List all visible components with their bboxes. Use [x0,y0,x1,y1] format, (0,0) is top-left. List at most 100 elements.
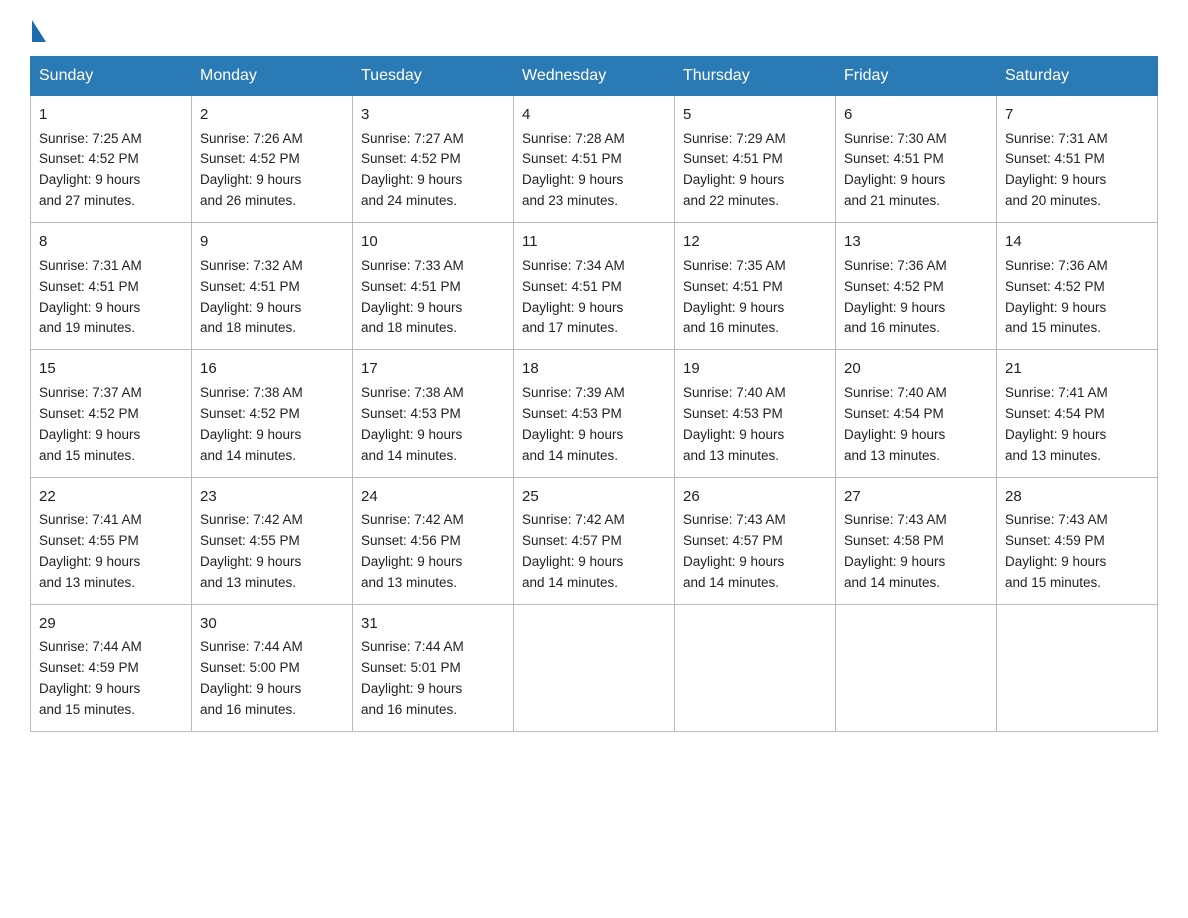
table-row: 16 Sunrise: 7:38 AMSunset: 4:52 PMDayligh… [192,350,353,477]
table-row: 29Sunrise: 7:44 AMSunset: 4:59 PMDayligh… [31,604,192,731]
day-info: Sunrise: 7:42 AMSunset: 4:56 PMDaylight:… [361,512,464,590]
table-row: 26 Sunrise: 7:43 AMSunset: 4:57 PMDayligh… [675,477,836,604]
day-number: 18 [522,358,666,381]
day-number: 22 [39,486,183,509]
day-info: Sunrise: 7:43 AMSunset: 4:58 PMDaylight:… [844,512,947,590]
day-info: Sunrise: 7:25 AMSunset: 4:52 PMDaylight:… [39,131,142,209]
day-number: 27 [844,486,988,509]
col-sunday: Sunday [31,57,192,96]
table-row: 20 Sunrise: 7:40 AMSunset: 4:54 PMDayligh… [836,350,997,477]
day-number: 9 [200,231,344,254]
table-row: 22 Sunrise: 7:41 AMSunset: 4:55 PMDayligh… [31,477,192,604]
table-row [675,604,836,731]
day-info: Sunrise: 7:40 AMSunset: 4:53 PMDaylight:… [683,385,786,463]
day-number: 15 [39,358,183,381]
day-number: 8 [39,231,183,254]
day-info: Sunrise: 7:31 AMSunset: 4:51 PMDaylight:… [1005,131,1108,209]
day-info: Sunrise: 7:43 AMSunset: 4:57 PMDaylight:… [683,512,786,590]
day-info: Sunrise: 7:34 AMSunset: 4:51 PMDaylight:… [522,258,625,336]
table-row [514,604,675,731]
col-wednesday: Wednesday [514,57,675,96]
day-number: 10 [361,231,505,254]
table-row: 25Sunrise: 7:42 AMSunset: 4:57 PMDayligh… [514,477,675,604]
table-row: 11 Sunrise: 7:34 AMSunset: 4:51 PMDayligh… [514,223,675,350]
table-row: 14 Sunrise: 7:36 AMSunset: 4:52 PMDayligh… [997,223,1158,350]
day-info: Sunrise: 7:38 AMSunset: 4:52 PMDaylight:… [200,385,303,463]
table-row: 9 Sunrise: 7:32 AMSunset: 4:51 PMDaylight… [192,223,353,350]
col-friday: Friday [836,57,997,96]
table-row: 7 Sunrise: 7:31 AMSunset: 4:51 PMDaylight… [997,96,1158,223]
table-row: 21Sunrise: 7:41 AMSunset: 4:54 PMDayligh… [997,350,1158,477]
day-info: Sunrise: 7:44 AMSunset: 4:59 PMDaylight:… [39,639,142,717]
day-number: 24 [361,486,505,509]
day-number: 11 [522,231,666,254]
day-info: Sunrise: 7:36 AMSunset: 4:52 PMDaylight:… [844,258,947,336]
day-info: Sunrise: 7:26 AMSunset: 4:52 PMDaylight:… [200,131,303,209]
day-info: Sunrise: 7:42 AMSunset: 4:57 PMDaylight:… [522,512,625,590]
day-info: Sunrise: 7:42 AMSunset: 4:55 PMDaylight:… [200,512,303,590]
day-info: Sunrise: 7:39 AMSunset: 4:53 PMDaylight:… [522,385,625,463]
day-info: Sunrise: 7:29 AMSunset: 4:51 PMDaylight:… [683,131,786,209]
table-row: 1 Sunrise: 7:25 AMSunset: 4:52 PMDaylight… [31,96,192,223]
col-monday: Monday [192,57,353,96]
day-number: 14 [1005,231,1149,254]
day-number: 3 [361,104,505,127]
day-info: Sunrise: 7:32 AMSunset: 4:51 PMDaylight:… [200,258,303,336]
day-number: 16 [200,358,344,381]
table-row: 17 Sunrise: 7:38 AMSunset: 4:53 PMDayligh… [353,350,514,477]
table-row [836,604,997,731]
col-saturday: Saturday [997,57,1158,96]
day-number: 23 [200,486,344,509]
calendar-week-row: 15Sunrise: 7:37 AMSunset: 4:52 PMDayligh… [31,350,1158,477]
day-info: Sunrise: 7:36 AMSunset: 4:52 PMDaylight:… [1005,258,1108,336]
day-number: 20 [844,358,988,381]
day-info: Sunrise: 7:44 AMSunset: 5:00 PMDaylight:… [200,639,303,717]
table-row: 24 Sunrise: 7:42 AMSunset: 4:56 PMDayligh… [353,477,514,604]
day-info: Sunrise: 7:41 AMSunset: 4:55 PMDaylight:… [39,512,142,590]
calendar-table: Sunday Monday Tuesday Wednesday Thursday… [30,56,1158,732]
table-row: 13 Sunrise: 7:36 AMSunset: 4:52 PMDayligh… [836,223,997,350]
day-info: Sunrise: 7:40 AMSunset: 4:54 PMDaylight:… [844,385,947,463]
table-row: 12 Sunrise: 7:35 AMSunset: 4:51 PMDayligh… [675,223,836,350]
calendar-week-row: 8 Sunrise: 7:31 AMSunset: 4:51 PMDaylight… [31,223,1158,350]
table-row: 8 Sunrise: 7:31 AMSunset: 4:51 PMDaylight… [31,223,192,350]
day-number: 30 [200,613,344,636]
day-info: Sunrise: 7:31 AMSunset: 4:51 PMDaylight:… [39,258,142,336]
day-info: Sunrise: 7:38 AMSunset: 4:53 PMDaylight:… [361,385,464,463]
table-row: 4 Sunrise: 7:28 AMSunset: 4:51 PMDaylight… [514,96,675,223]
logo-area [30,20,48,36]
day-number: 31 [361,613,505,636]
calendar-header-row: Sunday Monday Tuesday Wednesday Thursday… [31,57,1158,96]
table-row: 5 Sunrise: 7:29 AMSunset: 4:51 PMDaylight… [675,96,836,223]
table-row [997,604,1158,731]
table-row: 31 Sunrise: 7:44 AMSunset: 5:01 PMDayligh… [353,604,514,731]
day-number: 17 [361,358,505,381]
table-row: 23 Sunrise: 7:42 AMSunset: 4:55 PMDayligh… [192,477,353,604]
day-number: 28 [1005,486,1149,509]
day-number: 5 [683,104,827,127]
day-info: Sunrise: 7:35 AMSunset: 4:51 PMDaylight:… [683,258,786,336]
day-info: Sunrise: 7:44 AMSunset: 5:01 PMDaylight:… [361,639,464,717]
day-number: 19 [683,358,827,381]
day-number: 7 [1005,104,1149,127]
day-number: 4 [522,104,666,127]
table-row: 6Sunrise: 7:30 AMSunset: 4:51 PMDaylight… [836,96,997,223]
day-number: 26 [683,486,827,509]
day-number: 13 [844,231,988,254]
day-number: 1 [39,104,183,127]
table-row: 15Sunrise: 7:37 AMSunset: 4:52 PMDayligh… [31,350,192,477]
logo-triangle-icon [32,20,46,42]
day-number: 6 [844,104,988,127]
calendar-week-row: 29Sunrise: 7:44 AMSunset: 4:59 PMDayligh… [31,604,1158,731]
col-tuesday: Tuesday [353,57,514,96]
table-row: 10Sunrise: 7:33 AMSunset: 4:51 PMDayligh… [353,223,514,350]
table-row: 3Sunrise: 7:27 AMSunset: 4:52 PMDaylight… [353,96,514,223]
day-info: Sunrise: 7:43 AMSunset: 4:59 PMDaylight:… [1005,512,1108,590]
day-info: Sunrise: 7:28 AMSunset: 4:51 PMDaylight:… [522,131,625,209]
day-number: 12 [683,231,827,254]
col-thursday: Thursday [675,57,836,96]
calendar-week-row: 1 Sunrise: 7:25 AMSunset: 4:52 PMDaylight… [31,96,1158,223]
table-row: 27 Sunrise: 7:43 AMSunset: 4:58 PMDayligh… [836,477,997,604]
page-header [30,20,1158,36]
table-row: 18 Sunrise: 7:39 AMSunset: 4:53 PMDayligh… [514,350,675,477]
